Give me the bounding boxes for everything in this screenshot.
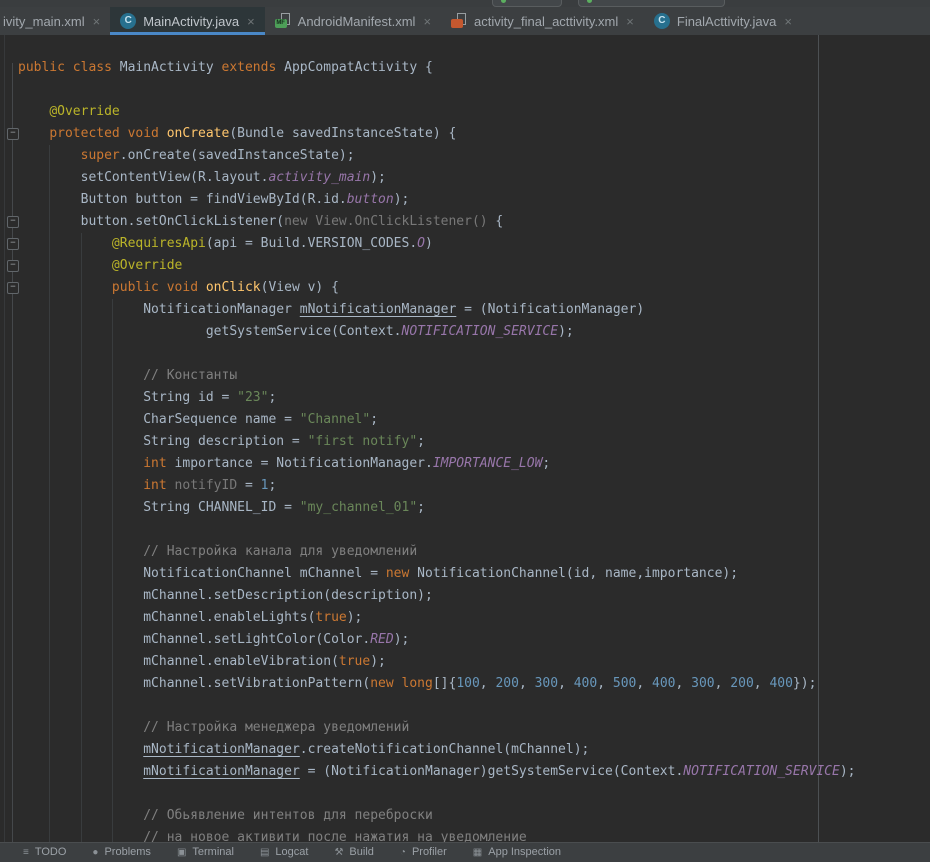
build-icon: ⚒ — [334, 847, 343, 858]
tab-label: activity_final_acttivity.xml — [474, 14, 618, 29]
tool-window-button-build[interactable]: ⚒ Build — [321, 843, 386, 858]
code-line[interactable] — [18, 519, 856, 541]
device-selector-control[interactable] — [578, 0, 725, 7]
manifest-file-icon: MF — [275, 13, 291, 29]
tab-label: ivity_main.xml — [3, 14, 85, 29]
code-line[interactable]: setContentView(R.layout.activity_main); — [18, 167, 856, 189]
code-line[interactable]: super.onCreate(savedInstanceState); — [18, 145, 856, 167]
close-tab-icon[interactable]: × — [423, 14, 431, 29]
code-line[interactable]: String id = "23"; — [18, 387, 856, 409]
code-line[interactable]: mNotificationManager.createNotificationC… — [18, 739, 856, 761]
close-tab-icon[interactable]: × — [247, 14, 255, 29]
code-line[interactable]: int importance = NotificationManager.IMP… — [18, 453, 856, 475]
tool-window-label: TODO — [35, 846, 67, 858]
code-line[interactable]: mChannel.setVibrationPattern(new long[]{… — [18, 673, 856, 695]
code-line[interactable]: mChannel.setDescription(description); — [18, 585, 856, 607]
tool-window-button-app-inspection[interactable]: ▦ App Inspection — [460, 843, 574, 858]
code-line[interactable]: // Константы — [18, 365, 856, 387]
editor-tab[interactable]: MF AndroidManifest.xml × — [265, 7, 441, 35]
run-configuration-control[interactable] — [492, 0, 562, 7]
code-line[interactable]: mChannel.enableLights(true); — [18, 607, 856, 629]
logcat-icon: ▤ — [260, 847, 269, 858]
code-line[interactable]: String CHANNEL_ID = "my_channel_01"; — [18, 497, 856, 519]
run-icon — [501, 0, 506, 3]
code-line[interactable]: // Настройка менеджера уведомлений — [18, 717, 856, 739]
code-text-area[interactable]: public class MainActivity extends AppCom… — [18, 57, 856, 849]
code-line[interactable]: @RequiresApi(api = Build.VERSION_CODES.O… — [18, 233, 856, 255]
editor-tab[interactable]: C MainActivity.java × — [110, 7, 264, 35]
code-editor[interactable]: − − − − − public class MainActivity extends … — [0, 35, 930, 845]
device-online-icon — [587, 0, 592, 3]
code-fold-icon[interactable]: − — [7, 216, 19, 228]
profiler-icon: ◔ — [400, 847, 406, 858]
layout-xml-file-icon — [451, 13, 467, 29]
tool-window-label: Problems — [104, 846, 150, 858]
code-line[interactable]: CharSequence name = "Channel"; — [18, 409, 856, 431]
code-fold-icon[interactable]: − — [7, 282, 19, 294]
tool-window-bar: ≡ TODO ● Problems ▣ Terminal ▤ Logcat ⚒ Build ◔ Pro… — [0, 842, 930, 862]
problems-icon: ● — [92, 847, 98, 858]
code-fold-icon[interactable]: − — [7, 128, 19, 140]
code-line[interactable]: public class MainActivity extends AppCom… — [18, 57, 856, 79]
code-line[interactable]: NotificationChannel mChannel = new Notif… — [18, 563, 856, 585]
code-fold-icon[interactable]: − — [7, 238, 19, 250]
code-line[interactable]: getSystemService(Context.NOTIFICATION_SE… — [18, 321, 856, 343]
tool-window-button-logcat[interactable]: ▤ Logcat — [247, 843, 321, 858]
tool-window-button-terminal[interactable]: ▣ Terminal — [164, 843, 247, 858]
code-line[interactable] — [18, 79, 856, 101]
editor-tab-bar: ivity_main.xml × C MainActivity.java × MF Andr… — [0, 7, 930, 35]
code-line[interactable] — [18, 783, 856, 805]
code-line[interactable]: String description = "first notify"; — [18, 431, 856, 453]
close-tab-icon[interactable]: × — [784, 14, 792, 29]
close-tab-icon[interactable]: × — [626, 14, 634, 29]
editor-tab[interactable]: activity_final_acttivity.xml × — [441, 7, 644, 35]
code-line[interactable]: mChannel.enableVibration(true); — [18, 651, 856, 673]
code-line[interactable]: Button button = findViewById(R.id.button… — [18, 189, 856, 211]
code-line[interactable]: public void onClick(View v) { — [18, 277, 856, 299]
main-toolbar-edge — [0, 0, 930, 7]
tool-window-button-problems[interactable]: ● Problems — [79, 843, 164, 858]
fold-connector-line — [12, 63, 13, 845]
tool-window-button-todo[interactable]: ≡ TODO — [10, 843, 79, 858]
code-line[interactable]: mNotificationManager = (NotificationMana… — [18, 761, 856, 783]
code-line[interactable]: button.setOnClickListener(new View.OnCli… — [18, 211, 856, 233]
close-tab-icon[interactable]: × — [93, 14, 101, 29]
app-inspection-icon: ▦ — [473, 847, 482, 858]
java-class-icon: C — [120, 13, 136, 29]
code-line[interactable] — [18, 695, 856, 717]
tool-window-label: Profiler — [412, 846, 447, 858]
code-line[interactable]: NotificationManager mNotificationManager… — [18, 299, 856, 321]
code-line[interactable]: int notifyID = 1; — [18, 475, 856, 497]
code-line[interactable]: @Override — [18, 101, 856, 123]
tab-label: MainActivity.java — [143, 14, 239, 29]
code-fold-icon[interactable]: − — [7, 260, 19, 272]
code-line[interactable] — [18, 343, 856, 365]
java-class-icon: C — [654, 13, 670, 29]
code-line[interactable]: // Обьявление интентов для переброски — [18, 805, 856, 827]
tool-window-button-profiler[interactable]: ◔ Profiler — [387, 843, 460, 858]
code-line[interactable]: // Настройка канала для уведомлений — [18, 541, 856, 563]
tab-label: FinalActtivity.java — [677, 14, 776, 29]
code-line[interactable]: protected void onCreate(Bundle savedInst… — [18, 123, 856, 145]
tool-window-label: Logcat — [275, 846, 308, 858]
tool-window-label: Build — [349, 846, 373, 858]
tool-window-label: Terminal — [192, 846, 234, 858]
editor-tab[interactable]: C FinalActtivity.java × — [644, 7, 802, 35]
terminal-icon: ▣ — [177, 847, 186, 858]
gutter-left-edge-line — [4, 35, 5, 845]
todo-icon: ≡ — [23, 847, 29, 858]
code-line[interactable]: @Override — [18, 255, 856, 277]
tool-window-label: App Inspection — [488, 846, 561, 858]
code-line[interactable]: mChannel.setLightColor(Color.RED); — [18, 629, 856, 651]
editor-tab[interactable]: ivity_main.xml × — [0, 7, 110, 35]
tab-label: AndroidManifest.xml — [298, 14, 416, 29]
